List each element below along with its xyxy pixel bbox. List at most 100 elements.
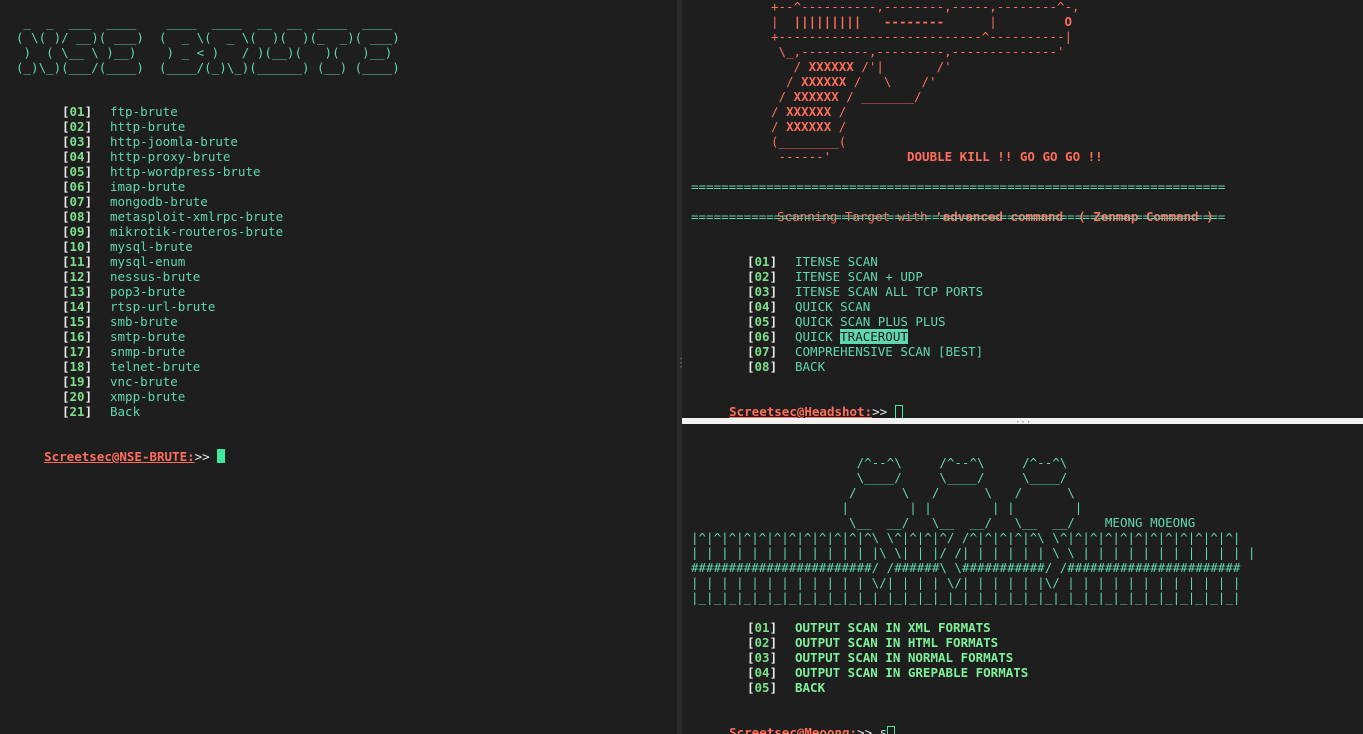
bracket-open: [ (62, 209, 70, 224)
option-number: 01 (754, 254, 770, 269)
bracket-open: [ (62, 164, 70, 179)
prompt-line[interactable]: Screetsec@NSE-BRUTE:>> (14, 434, 226, 479)
option-number: 04 (69, 149, 85, 164)
prompt-line[interactable]: Screetsec@Meoong:>> s (699, 710, 896, 734)
bracket-open: [ (747, 314, 755, 329)
menu-option-08[interactable]: [08] metasploit-xmlrpc-brute (62, 209, 283, 224)
menu-option-19[interactable]: [19] vnc-brute (62, 374, 178, 389)
menu-option-21[interactable]: [21] Back (62, 404, 140, 419)
option-number: 01 (69, 104, 85, 119)
menu-option-02[interactable]: [02] OUTPUT SCAN IN HTML FORMATS (747, 635, 998, 650)
menu-option-01[interactable]: [01] OUTPUT SCAN IN XML FORMATS (747, 620, 991, 635)
bracket-close: ] (84, 224, 93, 239)
menu-option-15[interactable]: [15] smb-brute (62, 314, 178, 329)
menu-option-label: OUTPUT SCAN IN HTML FORMATS (795, 635, 999, 650)
menu-option-label: ITENSE SCAN ALL TCP PORTS (795, 284, 984, 299)
menu-option-06[interactable]: [06] imap-brute (62, 179, 185, 194)
menu-option-number: [06] (62, 179, 92, 194)
bracket-open: [ (747, 680, 755, 695)
terminal-pane-nse-brute[interactable]: _ _ ___ ____ ____ ____ __ __ ____ ____ (… (0, 0, 677, 734)
menu-option-03[interactable]: [03] http-joomla-brute (62, 134, 238, 149)
menu-option-05[interactable]: [05] QUICK SCAN PLUS PLUS (747, 314, 946, 329)
menu-option-04[interactable]: [04] QUICK SCAN (747, 299, 870, 314)
terminal-cursor (894, 405, 903, 418)
menu-option-16[interactable]: [16] smtp-brute (62, 329, 185, 344)
menu-option-03[interactable]: [03] ITENSE SCAN ALL TCP PORTS (747, 284, 983, 299)
option-number: 14 (69, 299, 85, 314)
menu-option-05[interactable]: [05] BACK (747, 680, 825, 695)
menu-option-number: [19] (62, 374, 92, 389)
menu-option-07[interactable]: [07] mongodb-brute (62, 194, 208, 209)
bracket-open: [ (62, 284, 70, 299)
menu-option-11[interactable]: [11] mysql-enum (62, 254, 185, 269)
bracket-close: ] (769, 665, 778, 680)
menu-option-number: [11] (62, 254, 92, 269)
bracket-open: [ (62, 404, 70, 419)
menu-option-13[interactable]: [13] pop3-brute (62, 284, 185, 299)
bracket-close: ] (769, 650, 778, 665)
terminal-pane-meoong[interactable]: /^--^\ /^--^\ /^--^\ \____/ \____/ \____… (682, 424, 1363, 734)
bracket-close: ] (84, 329, 93, 344)
menu-option-label: OUTPUT SCAN IN NORMAL FORMATS (795, 650, 1014, 665)
menu-option-01[interactable]: [01] ITENSE SCAN (747, 254, 878, 269)
menu-option-number: [18] (62, 359, 92, 374)
menu-option-04[interactable]: [04] OUTPUT SCAN IN GREPABLE FORMATS (747, 665, 1028, 680)
menu-option-label: http-joomla-brute (110, 134, 238, 149)
menu-option-number: [03] (747, 650, 777, 665)
bracket-close: ] (84, 299, 93, 314)
menu-option-14[interactable]: [14] rtsp-url-brute (62, 299, 215, 314)
separator-top: ========================================… (691, 179, 1226, 194)
menu-option-label: ITENSE SCAN (795, 254, 878, 269)
menu-option-02[interactable]: [02] ITENSE SCAN + UDP (747, 269, 923, 284)
bracket-open: [ (747, 299, 755, 314)
menu-option-02[interactable]: [02] http-brute (62, 119, 185, 134)
terminal-pane-headshot[interactable]: +--^----------,--------,-----,--------^-… (682, 0, 1363, 418)
menu-option-label: telnet-brute (110, 359, 201, 374)
menu-option-06[interactable]: [06] QUICK TRACEROUT (747, 329, 908, 344)
option-number: 05 (754, 314, 770, 329)
label-text: QUICK (795, 329, 841, 344)
bracket-close: ] (84, 134, 93, 149)
menu-option-label: mysql-enum (110, 254, 186, 269)
ascii-banner: _ _ ___ ____ ____ ____ __ __ ____ ____ (… (16, 15, 400, 75)
menu-option-01[interactable]: [01] ftp-brute (62, 104, 178, 119)
option-number: 17 (69, 344, 85, 359)
menu-option-label: OUTPUT SCAN IN XML FORMATS (795, 620, 991, 635)
bracket-open: [ (747, 635, 755, 650)
menu-option-05[interactable]: [05] http-wordpress-brute (62, 164, 261, 179)
menu-option-03[interactable]: [03] OUTPUT SCAN IN NORMAL FORMATS (747, 650, 1013, 665)
bracket-open: [ (62, 314, 70, 329)
menu-option-18[interactable]: [18] telnet-brute (62, 359, 200, 374)
bracket-close: ] (84, 104, 93, 119)
bracket-open: [ (747, 620, 755, 635)
menu-option-08[interactable]: [08] BACK (747, 359, 825, 374)
terminal-cursor (887, 726, 896, 734)
menu-option-label: rtsp-url-brute (110, 299, 216, 314)
menu-option-07[interactable]: [07] COMPREHENSIVE SCAN [BEST] (747, 344, 983, 359)
menu-option-17[interactable]: [17] snmp-brute (62, 344, 185, 359)
menu-option-04[interactable]: [04] http-proxy-brute (62, 149, 230, 164)
prompt-line[interactable]: Screetsec@Headshot:>> (699, 389, 903, 418)
menu-option-number: [05] (62, 164, 92, 179)
bracket-open: [ (62, 254, 70, 269)
bracket-close: ] (84, 284, 93, 299)
bracket-open: [ (747, 284, 755, 299)
option-number: 02 (754, 635, 770, 650)
option-number: 01 (754, 620, 770, 635)
bracket-open: [ (747, 254, 755, 269)
bracket-open: [ (62, 389, 70, 404)
menu-option-number: [02] (747, 635, 777, 650)
option-number: 03 (754, 284, 770, 299)
bracket-close: ] (769, 329, 778, 344)
bracket-close: ] (769, 254, 778, 269)
menu-option-number: [14] (62, 299, 92, 314)
menu-option-10[interactable]: [10] mysql-brute (62, 239, 193, 254)
double-kill-text: DOUBLE KILL !! GO GO GO !! (907, 149, 1103, 164)
menu-option-12[interactable]: [12] nessus-brute (62, 269, 200, 284)
menu-option-09[interactable]: [09] mikrotik-routeros-brute (62, 224, 283, 239)
prompt-arrow: >> (857, 725, 880, 734)
bracket-close: ] (769, 269, 778, 284)
bracket-open: [ (747, 269, 755, 284)
menu-option-20[interactable]: [20] xmpp-brute (62, 389, 185, 404)
command-input[interactable]: s (880, 725, 888, 734)
